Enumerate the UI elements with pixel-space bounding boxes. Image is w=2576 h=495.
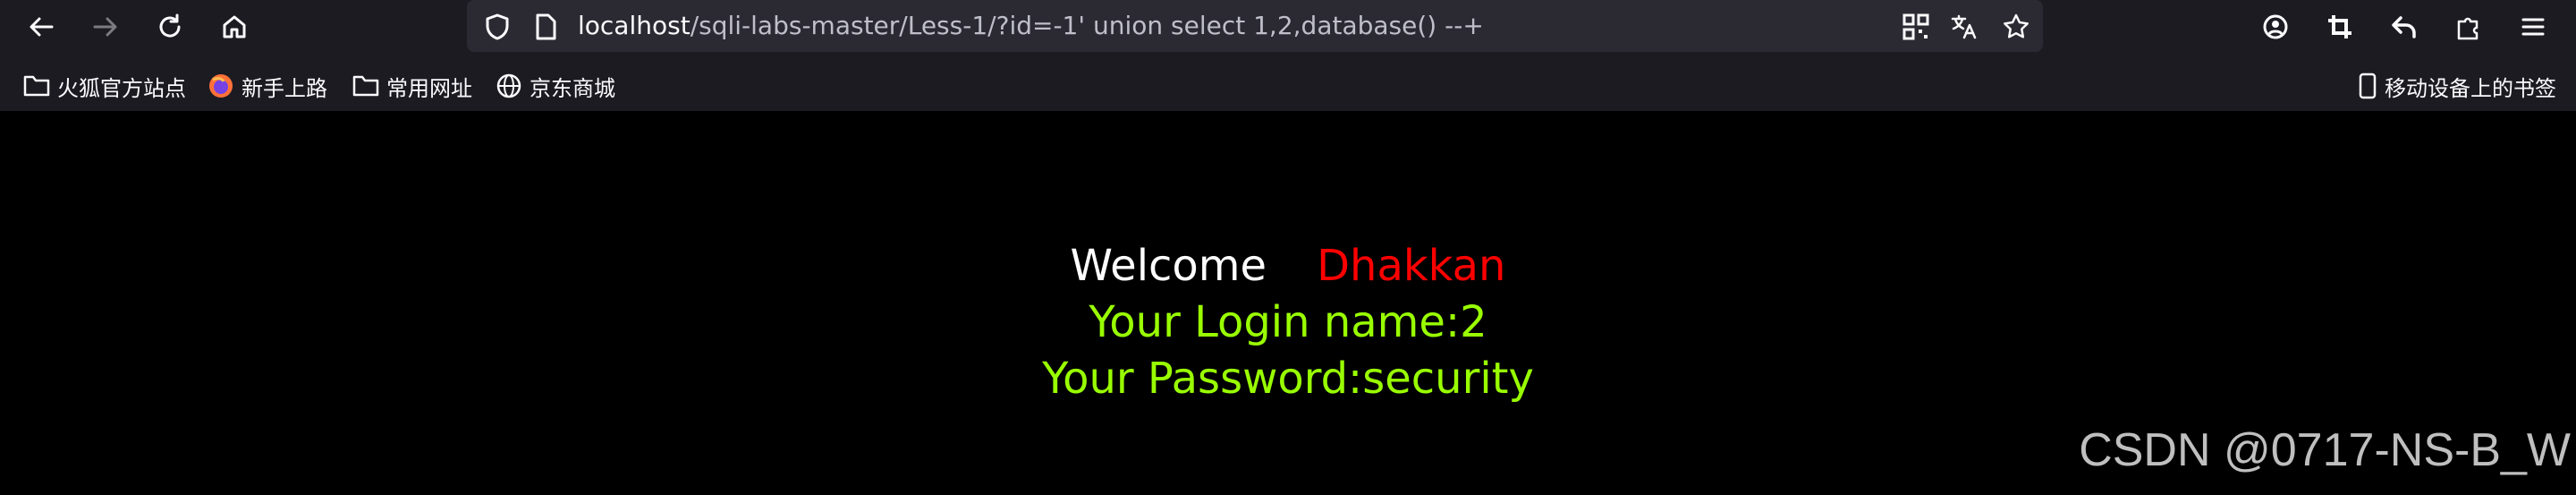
mobile-device-icon [2359,73,2377,99]
login-name-line: Your Login name:2 [1089,297,1487,347]
qr-code-button[interactable] [1898,9,1934,45]
url-input[interactable]: localhost/sqli-labs-master/Less-1/?id=-1… [578,8,1484,44]
csdn-watermark: CSDN @0717-NS-B_W [2079,424,2571,476]
tracking-protection-shield-icon[interactable] [479,9,515,45]
translate-icon [1951,14,1977,39]
mobile-bookmarks-label: 移动设备上的书签 [2385,75,2556,101]
welcome-text: Welcome [1070,241,1267,291]
qr-code-icon [1902,13,1929,40]
undo-button[interactable] [2386,9,2422,45]
welcome-line: Welcome Dhakkan [0,237,2576,294]
password-line: Your Password:security [1042,354,1534,404]
undo-arrow-icon [2392,16,2416,38]
star-icon [2004,13,2029,38]
back-arrow-icon [30,17,54,37]
hamburger-menu-icon [2521,18,2545,36]
bookmark-item[interactable]: 新手上路 [208,61,327,111]
bookmark-star-button[interactable] [1998,9,2034,45]
firefox-icon [209,74,233,98]
extensions-button[interactable] [2451,9,2487,45]
username-text: Dhakkan [1317,241,1506,291]
screenshot-button[interactable] [2322,9,2358,45]
bookmark-label: 常用网址 [386,75,472,101]
home-icon [223,15,246,38]
mobile-bookmarks[interactable]: 移动设备上的书签 [2358,61,2556,111]
puzzle-piece-icon [2457,17,2479,40]
bookmark-item[interactable]: 火狐官方站点 [23,61,186,111]
folder-icon [23,75,50,97]
home-button[interactable] [216,9,252,45]
bookmark-item[interactable]: 常用网址 [352,61,472,111]
account-icon [2263,14,2288,39]
menu-button[interactable] [2515,9,2551,45]
page-info-icon[interactable] [528,9,564,45]
bookmark-label: 新手上路 [242,75,327,101]
reload-icon [159,13,181,38]
translate-button[interactable] [1946,9,1982,45]
account-button[interactable] [2258,9,2293,45]
toolbar-divider [0,52,2576,61]
bookmark-label: 京东商城 [530,75,615,101]
forward-arrow-icon [93,17,117,37]
url-path: /sqli-labs-master/Less-1/?id=-1' union s… [690,11,1484,40]
bookmark-item[interactable]: 京东商城 [496,61,615,111]
forward-button[interactable] [88,9,123,45]
back-button[interactable] [23,9,59,45]
url-host: localhost [578,11,691,40]
reload-button[interactable] [152,9,188,45]
globe-icon [496,73,521,98]
bookmark-label: 火狐官方站点 [57,75,186,101]
crop-icon [2328,15,2351,38]
folder-icon [352,75,379,97]
